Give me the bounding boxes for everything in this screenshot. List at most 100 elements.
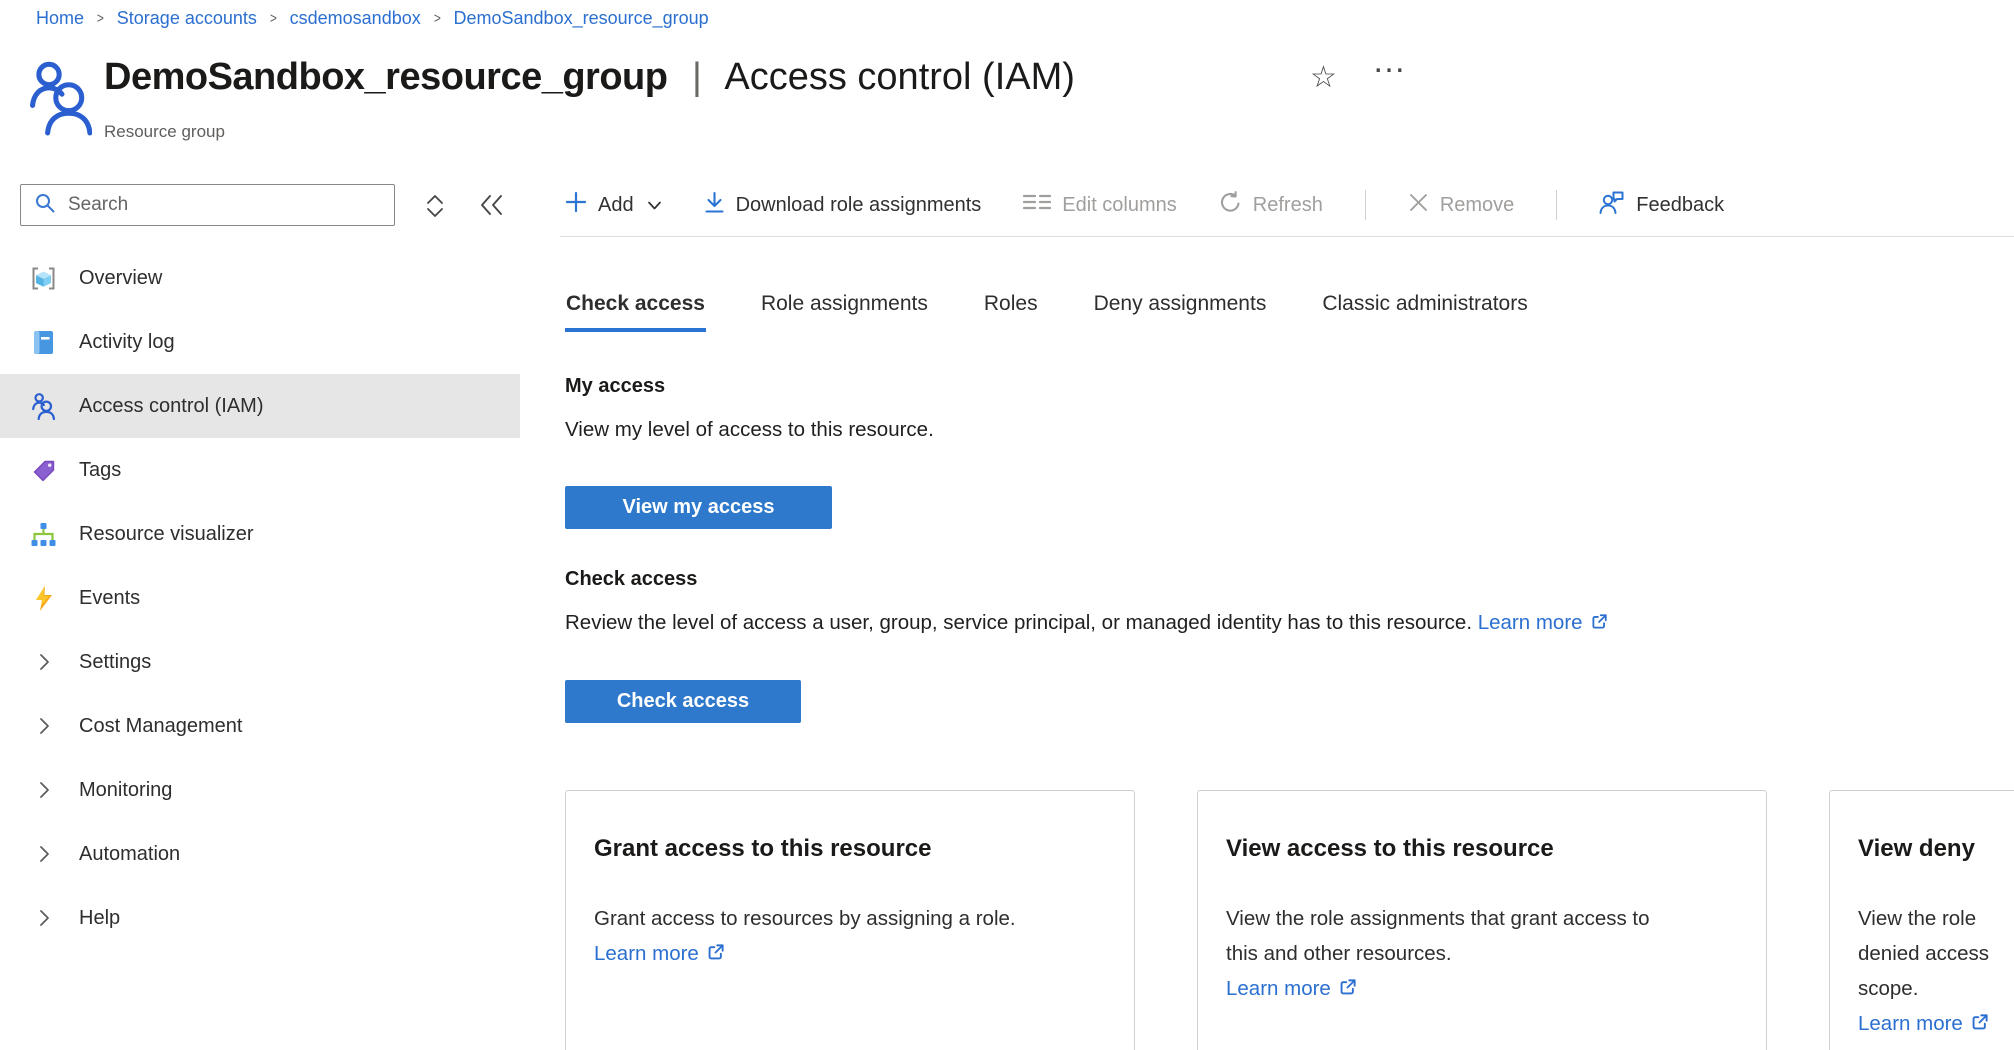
breadcrumb-home[interactable]: Home [36, 8, 84, 29]
refresh-icon [1219, 191, 1242, 220]
sidebar-item-resource-visualizer[interactable]: Resource visualizer [0, 502, 520, 566]
view-access-card-body: View the role assignments that grant acc… [1226, 901, 1658, 971]
tab-bar: Check access Role assignments Roles Deny… [565, 292, 1529, 332]
breadcrumb-separator: > [434, 10, 441, 27]
check-access-description: Review the level of access a user, group… [565, 611, 1608, 637]
edit-columns-label: Edit columns [1062, 194, 1177, 217]
sidebar-item-label: Cost Management [79, 715, 242, 738]
azure-portal-page: Home > Storage accounts > csdemosandbox … [0, 0, 2014, 1050]
external-link-icon [706, 938, 725, 973]
command-bar-divider [560, 236, 2014, 237]
learn-more-label[interactable]: Learn more [1226, 977, 1331, 1000]
learn-more-label[interactable]: Learn more [1858, 1012, 1963, 1035]
sidebar-item-settings[interactable]: Settings [0, 630, 520, 694]
grant-access-card-body: Grant access to resources by assigning a… [594, 901, 1026, 936]
view-deny-card: View deny View the role denied access sc… [1829, 790, 2014, 1050]
sidebar-item-overview[interactable]: Overview [0, 246, 520, 310]
feedback-label: Feedback [1636, 194, 1724, 217]
search-input[interactable] [68, 194, 358, 216]
edit-columns-button[interactable]: Edit columns [1023, 193, 1177, 217]
add-button[interactable]: Add [565, 191, 662, 219]
bolt-icon [30, 585, 57, 612]
view-my-access-button[interactable]: View my access [565, 486, 832, 529]
chevron-right-icon [30, 649, 57, 676]
grant-access-card: Grant access to this resource Grant acce… [565, 790, 1135, 1050]
plus-icon [565, 191, 587, 219]
toolbar-divider [1556, 190, 1557, 220]
view-deny-card-title: View deny [1858, 835, 2014, 863]
breadcrumb-csdemosandbox[interactable]: csdemosandbox [290, 8, 421, 29]
tab-check-access[interactable]: Check access [565, 292, 706, 332]
sidebar-item-label: Monitoring [79, 779, 172, 802]
tab-roles[interactable]: Roles [983, 292, 1039, 332]
download-role-assignments-button[interactable]: Download role assignments [704, 191, 982, 220]
sidebar-item-tags[interactable]: Tags [0, 438, 520, 502]
page-title: DemoSandbox_resource_group | Access cont… [104, 56, 1075, 99]
download-button-label: Download role assignments [736, 194, 982, 217]
breadcrumb-separator: > [97, 10, 104, 27]
feedback-button[interactable]: Feedback [1599, 190, 1724, 221]
tab-classic-administrators[interactable]: Classic administrators [1321, 292, 1528, 332]
favorite-star-icon[interactable]: ☆ [1310, 60, 1337, 95]
sidebar-item-label: Resource visualizer [79, 523, 254, 546]
check-access-learn-more-link[interactable]: Learn more [1478, 611, 1583, 634]
external-link-icon [1338, 973, 1357, 1008]
my-access-description: View my level of access to this resource… [565, 418, 934, 442]
toolbar-divider [1365, 190, 1366, 220]
people-icon [30, 393, 57, 420]
download-icon [704, 191, 725, 220]
view-deny-card-body: View the role denied access scope. [1858, 901, 2014, 1006]
view-deny-learn-more[interactable]: Learn more [1858, 1006, 2014, 1043]
feedback-icon [1599, 190, 1625, 221]
chevron-right-icon [30, 905, 57, 932]
my-access-heading: My access [565, 375, 665, 398]
resource-group-people-icon [30, 58, 92, 141]
sidebar-item-label: Tags [79, 459, 121, 482]
sidebar-item-activity-log[interactable]: Activity log [0, 310, 520, 374]
chevron-right-icon [30, 777, 57, 804]
sidebar-search[interactable] [20, 184, 395, 226]
search-icon [34, 192, 56, 219]
resource-menu: Overview Activity log [0, 246, 520, 950]
more-options-icon[interactable]: … [1372, 42, 1409, 81]
sidebar-item-label: Access control (IAM) [79, 395, 263, 418]
page-title-resource-name: DemoSandbox_resource_group [104, 56, 667, 98]
grant-access-learn-more[interactable]: Learn more [594, 936, 1106, 973]
breadcrumb-resource-group[interactable]: DemoSandbox_resource_group [454, 8, 709, 29]
chevron-down-icon [647, 194, 662, 217]
page-title-blade-name: Access control (IAM) [724, 56, 1075, 98]
external-link-icon [1590, 613, 1608, 637]
breadcrumb: Home > Storage accounts > csdemosandbox … [36, 8, 709, 29]
chevron-right-icon [30, 713, 57, 740]
external-link-icon [1970, 1008, 1989, 1043]
tag-icon [30, 457, 57, 484]
view-access-learn-more[interactable]: Learn more [1226, 971, 1738, 1008]
sidebar-item-monitoring[interactable]: Monitoring [0, 758, 520, 822]
sidebar-item-help[interactable]: Help [0, 886, 520, 950]
sidebar-item-label: Activity log [79, 331, 175, 354]
tab-deny-assignments[interactable]: Deny assignments [1093, 292, 1268, 332]
check-access-description-text: Review the level of access a user, group… [565, 611, 1472, 634]
tree-icon [30, 521, 57, 548]
sidebar-item-label: Automation [79, 843, 180, 866]
chevron-right-icon [30, 841, 57, 868]
columns-icon [1023, 193, 1051, 217]
refresh-button[interactable]: Refresh [1219, 191, 1323, 220]
sidebar-item-label: Settings [79, 651, 151, 674]
sidebar-item-cost-management[interactable]: Cost Management [0, 694, 520, 758]
add-button-label: Add [598, 194, 634, 217]
collapse-menu-icon[interactable] [477, 192, 507, 223]
command-bar: Add Download role assignments [565, 179, 1766, 231]
refresh-label: Refresh [1253, 194, 1323, 217]
breadcrumb-storage-accounts[interactable]: Storage accounts [117, 8, 257, 29]
check-access-heading: Check access [565, 568, 697, 591]
remove-button[interactable]: Remove [1408, 192, 1514, 219]
check-access-button[interactable]: Check access [565, 680, 801, 723]
sidebar-item-automation[interactable]: Automation [0, 822, 520, 886]
view-deny-body-line: View the role [1858, 901, 2014, 936]
expand-collapse-icon[interactable] [423, 192, 447, 225]
sidebar-item-access-control-iam[interactable]: Access control (IAM) [0, 374, 520, 438]
tab-role-assignments[interactable]: Role assignments [760, 292, 929, 332]
learn-more-label[interactable]: Learn more [594, 942, 699, 965]
sidebar-item-events[interactable]: Events [0, 566, 520, 630]
